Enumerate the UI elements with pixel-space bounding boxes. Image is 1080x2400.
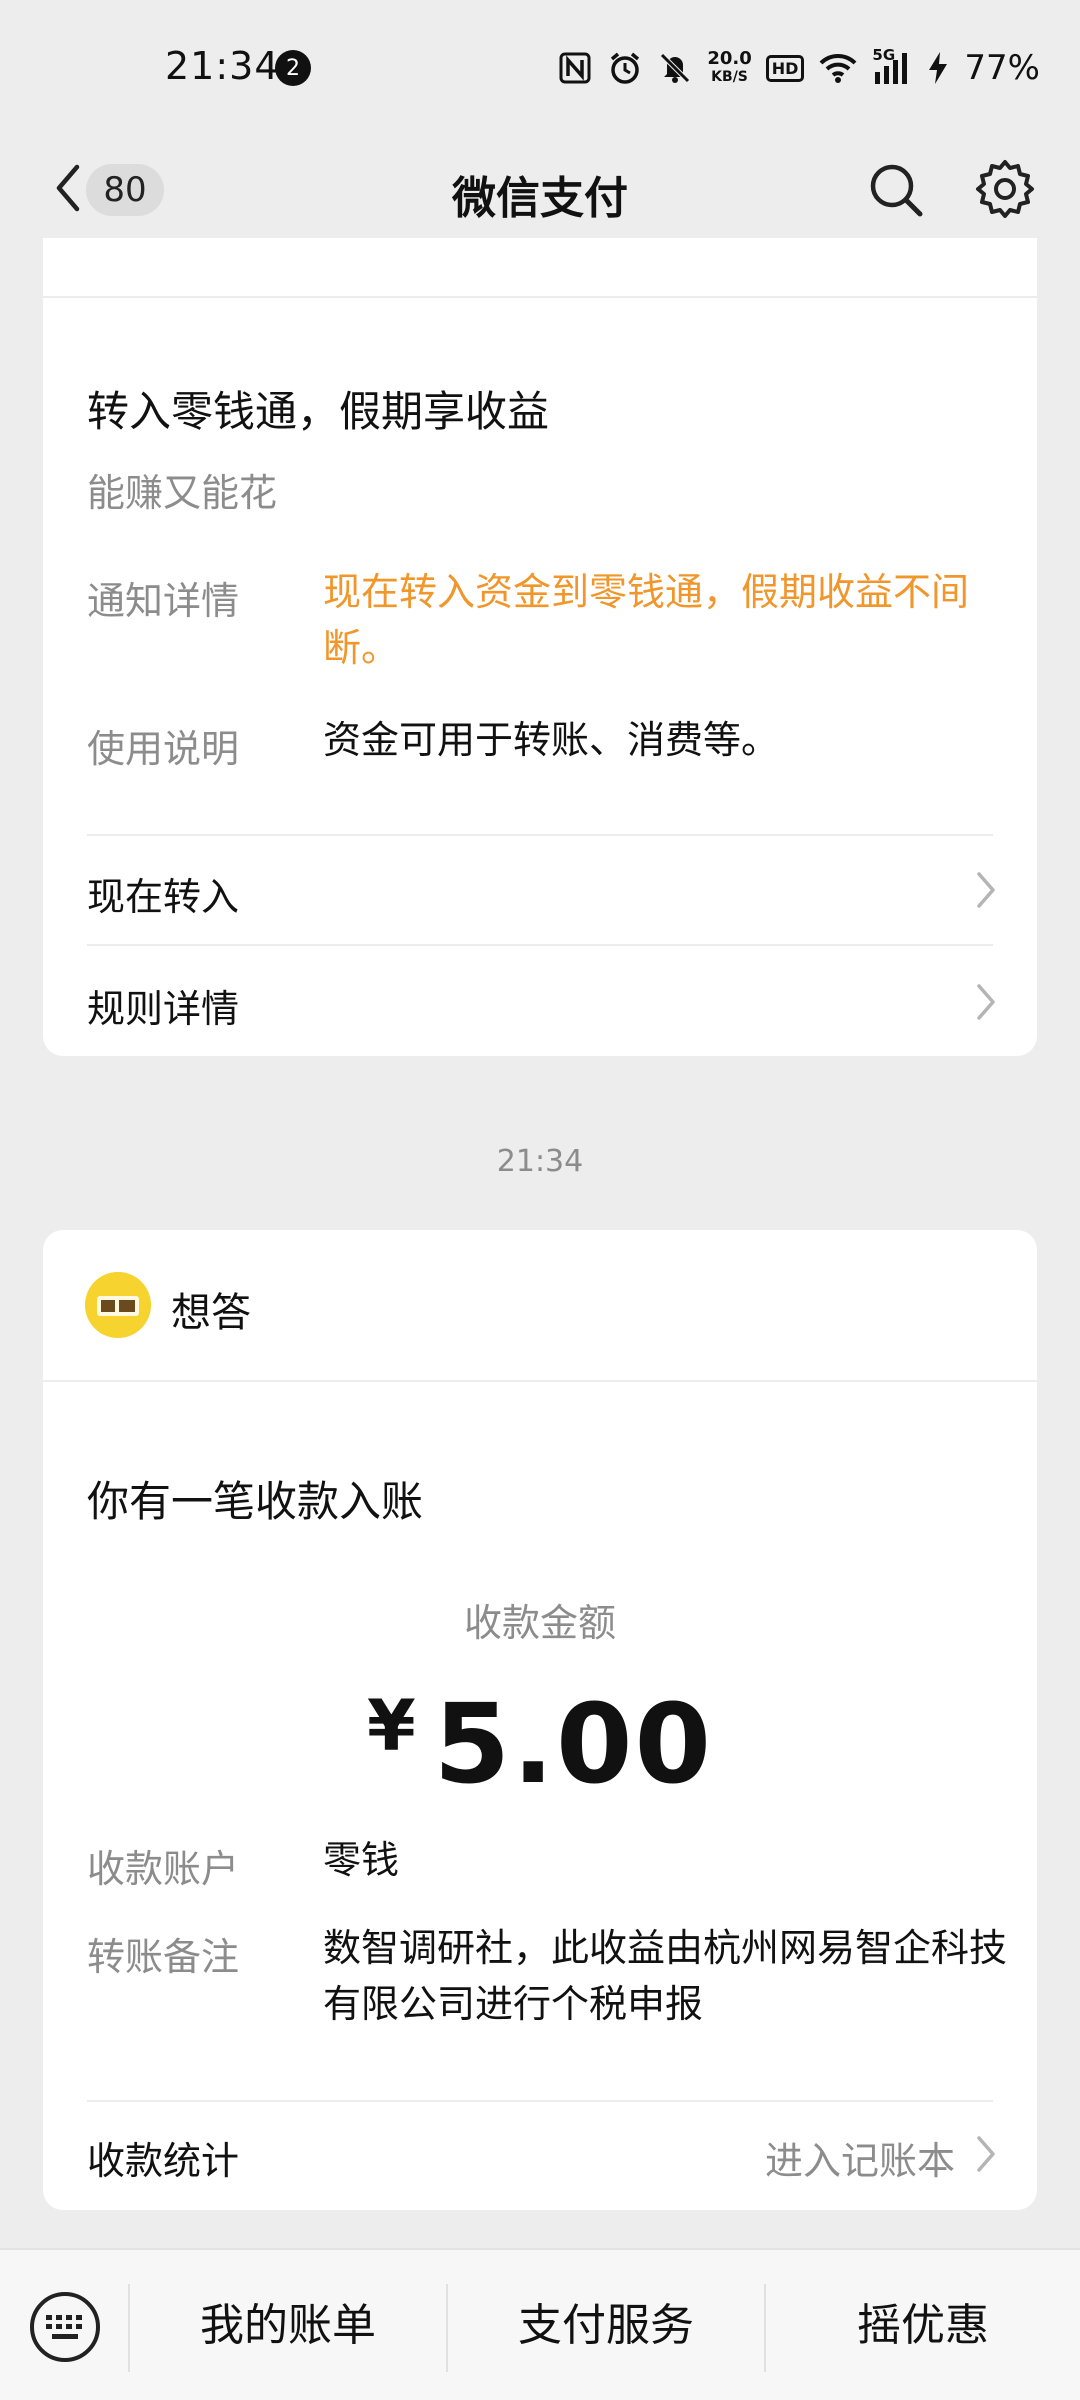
chevron-right-icon: [977, 2136, 995, 2172]
title-bar: 80 微信支付: [0, 138, 1080, 238]
sender-logo-icon: [85, 1272, 151, 1338]
chevron-right-icon: [977, 872, 995, 908]
wifi-icon: [820, 53, 857, 83]
notice-card-title: 转入零钱通，假期享收益: [87, 387, 550, 436]
menu-shake-discounts[interactable]: 摇优惠: [766, 2294, 1080, 2358]
battery-percentage: 77%: [964, 48, 1040, 88]
status-icons: 20.0 KB/S HD 5G 77%: [557, 40, 1040, 96]
rule-details-label: 规则详情: [87, 987, 240, 1031]
transfer-in-now-row[interactable]: 现在转入: [43, 836, 1037, 944]
notice-card-subtitle: 能赚又能花: [87, 471, 278, 515]
signal-bars-icon: [875, 53, 908, 84]
payment-stats-row[interactable]: 收款统计 进入记账本: [43, 2102, 1037, 2210]
notice-card-lingqiantong: 转入零钱通，假期享收益 能赚又能花 通知详情 现在转入资金到零钱通，假期收益不间…: [43, 238, 1037, 1056]
usage-value: 资金可用于转账、消费等。: [323, 718, 780, 762]
card-header-divider: [43, 296, 1037, 298]
search-icon[interactable]: [866, 160, 926, 220]
network-speed-unit: KB/S: [711, 69, 748, 85]
status-time: 21:34: [165, 44, 280, 88]
ledger-link[interactable]: 进入记账本: [765, 2130, 955, 2185]
account-value: 零钱: [323, 1838, 400, 1882]
mute-icon: [660, 53, 691, 83]
cellular-signal: 5G: [872, 46, 912, 86]
notice-detail-label: 通知详情: [87, 579, 240, 623]
network-speed: 20.0 KB/S: [707, 50, 751, 86]
rule-details-row[interactable]: 规则详情: [43, 946, 1037, 1054]
sender-avatar: [85, 1272, 151, 1338]
payment-stats-label: 收款统计: [87, 2139, 240, 2183]
remark-value: 数智调研社，此收益由杭州网易智企科技有限公司进行个税申报: [323, 1926, 1008, 2026]
payment-card-title: 你有一笔收款入账: [87, 1477, 424, 1526]
chevron-right-icon: [977, 984, 995, 1020]
card-header-divider: [43, 1380, 1037, 1382]
bottom-menu-bar: 我的账单 支付服务 摇优惠: [0, 2248, 1080, 2400]
hd-badge: HD: [765, 54, 805, 82]
keyboard-icon[interactable]: [28, 2290, 102, 2364]
status-bar: 21:34 2 20.0 KB/S HD 5G 77%: [0, 0, 1080, 138]
amount-label: 收款金额: [463, 1601, 616, 1645]
payment-received-card[interactable]: 想答 你有一笔收款入账 收款金额 ¥5.00 收款账户 零钱 转账备注 数智调研…: [43, 1230, 1037, 2210]
notice-detail-value: 现在转入资金到零钱通，假期收益不间断。: [323, 570, 970, 670]
notification-count-badge: 2: [275, 50, 311, 86]
charging-icon: [929, 52, 948, 84]
currency-symbol: ¥: [366, 1685, 416, 1767]
menu-payment-services[interactable]: 支付服务: [448, 2294, 764, 2358]
amount-value: 5.00: [433, 1680, 714, 1808]
sender-name: 想答: [171, 1290, 251, 1336]
amount-display: ¥5.00: [43, 1680, 1037, 1808]
usage-label: 使用说明: [87, 727, 240, 771]
alarm-icon: [611, 52, 640, 84]
network-speed-value: 20.0: [707, 48, 752, 69]
menu-my-bills[interactable]: 我的账单: [130, 2294, 446, 2358]
account-label: 收款账户: [87, 1847, 240, 1891]
transfer-in-now-label: 现在转入: [87, 875, 240, 919]
remark-label: 转账备注: [87, 1935, 240, 1979]
gear-icon[interactable]: [974, 158, 1036, 220]
message-timestamp: 21:34: [496, 1144, 584, 1179]
nfc-icon: [559, 52, 591, 84]
